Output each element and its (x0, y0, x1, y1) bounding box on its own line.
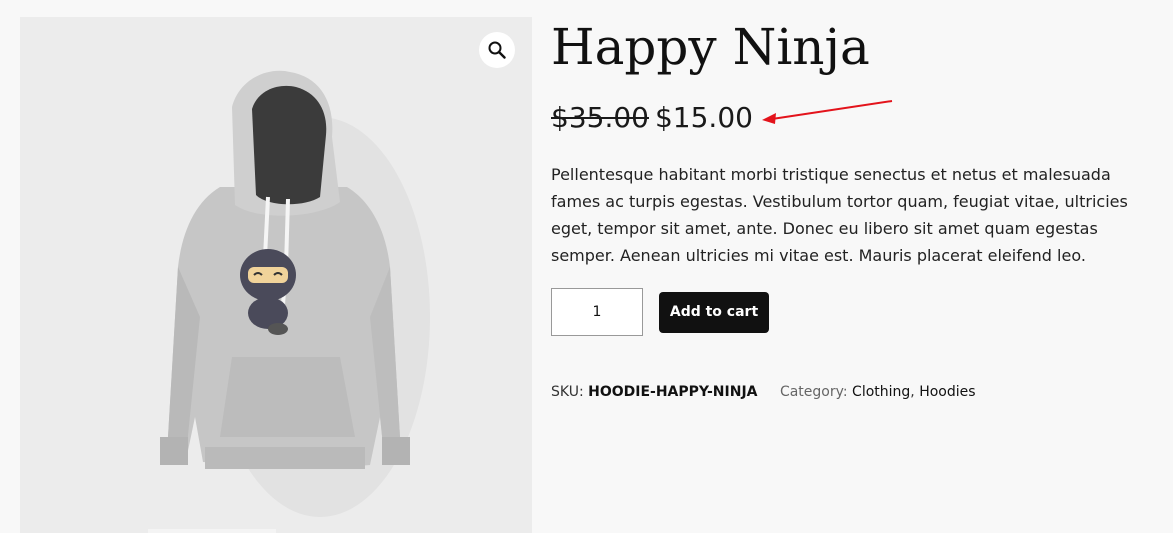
category-label: Category: (779, 384, 848, 400)
product-image-hoodie[interactable] (20, 17, 532, 533)
product-meta: SKU: HOODIE-HAPPY-NINJA Category: Clothi… (551, 381, 976, 403)
add-to-cart-button[interactable]: Add to cart (659, 291, 769, 333)
category-separator: , (910, 384, 915, 400)
product-price: $35.00 $15.00 (551, 96, 753, 140)
sku-label: SKU: (551, 384, 584, 400)
product-short-description: Pellentesque habitant morbi tristique se… (551, 165, 1128, 265)
product-gallery (20, 17, 532, 533)
category-link-hoodies[interactable]: Hoodies (919, 384, 975, 400)
quantity-input[interactable] (551, 288, 643, 336)
category-link-clothing[interactable]: Clothing (852, 384, 910, 400)
product-title: Happy Ninja (551, 18, 870, 76)
regular-price: $35.00 (551, 101, 649, 134)
magnifier-icon (488, 41, 506, 59)
zoom-button[interactable] (479, 32, 515, 68)
gallery-thumbnail-indicator[interactable] (148, 529, 276, 533)
sale-price: $15.00 (654, 101, 753, 134)
add-to-cart-form: Add to cart (551, 288, 769, 336)
sku-value: HOODIE-HAPPY-NINJA (588, 384, 758, 400)
red-arrow-annotation (762, 100, 893, 124)
